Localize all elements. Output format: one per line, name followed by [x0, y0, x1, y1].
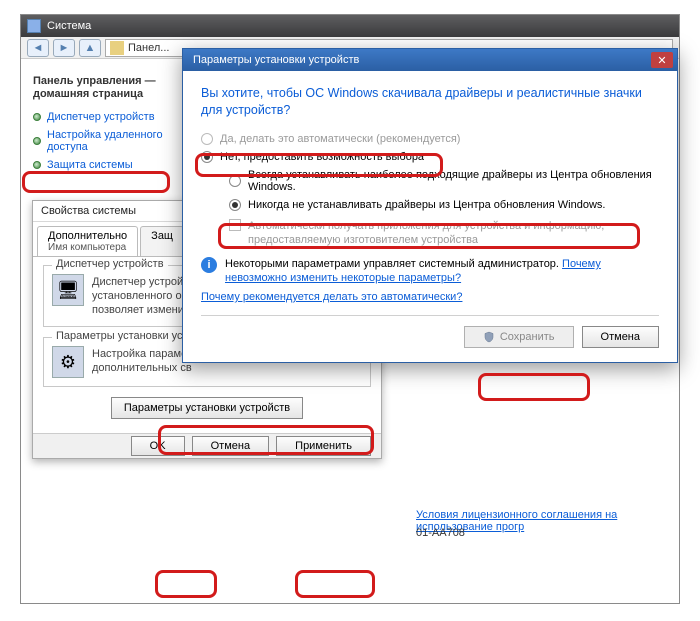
close-button[interactable]: ✕ — [651, 52, 673, 68]
radio-icon — [201, 151, 213, 163]
info-icon: i — [201, 257, 217, 273]
system-icon — [27, 19, 41, 33]
radio-icon — [201, 133, 213, 145]
apply-button[interactable]: Применить — [276, 436, 371, 456]
settings-icon: ⚙ — [52, 346, 84, 378]
sub-option-always[interactable]: Всегда устанавливать наиболее подходящие… — [229, 169, 659, 193]
sidebar-remote-settings[interactable]: Настройка удаленного доступа — [33, 129, 193, 153]
radio-icon — [229, 175, 241, 187]
cancel-button[interactable]: Отмена — [192, 436, 269, 456]
bullet-icon — [33, 161, 41, 169]
folder-icon — [110, 41, 124, 55]
control-panel-home[interactable]: Панель управления — домашняя страница — [33, 75, 193, 101]
tab-protection[interactable]: Защ — [140, 226, 184, 256]
dialog-title: Параметры установки устройств — [193, 54, 359, 66]
control-panel-sidebar: Панель управления — домашняя страница Ди… — [33, 75, 193, 177]
up-button[interactable]: ▲ — [79, 39, 101, 57]
device-install-settings-button[interactable]: Параметры установки устройств — [111, 397, 303, 419]
shield-icon — [483, 331, 495, 343]
sidebar-system-protection[interactable]: Защита системы — [33, 159, 193, 171]
product-key-fragment: 01-AA708 — [416, 527, 465, 539]
option-no-choose[interactable]: Нет, предоставить возможность выбора — [201, 151, 659, 163]
system-titlebar: Система — [21, 15, 679, 37]
device-install-dialog: Параметры установки устройств ✕ Вы хотит… — [182, 48, 678, 363]
system-properties-buttons: OK Отмена Применить — [33, 433, 381, 458]
dialog-cancel-button[interactable]: Отмена — [582, 326, 659, 348]
save-button[interactable]: Сохранить — [464, 326, 574, 348]
bullet-icon — [33, 113, 41, 121]
radio-icon — [229, 199, 241, 211]
ok-button[interactable]: OK — [131, 436, 185, 456]
divider — [201, 315, 659, 316]
option-yes-auto: Да, делать это автоматически (рекомендуе… — [201, 133, 659, 145]
auto-why-link[interactable]: Почему рекомендуется делать это автомати… — [201, 291, 462, 303]
dialog-question: Вы хотите, чтобы ОС Windows скачивала др… — [201, 85, 659, 119]
bullet-icon — [33, 137, 41, 145]
forward-button[interactable]: ► — [53, 39, 75, 57]
device-manager-icon: 🖥 — [52, 274, 84, 306]
checkbox-auto-apps: Автоматически получать приложения для ус… — [229, 219, 659, 247]
system-title: Система — [47, 20, 91, 32]
checkbox-icon — [229, 219, 241, 231]
tab-advanced[interactable]: Дополнительно Имя компьютера — [37, 226, 138, 256]
device-manager-legend: Диспетчер устройств — [52, 258, 168, 270]
back-button[interactable]: ◄ — [27, 39, 49, 57]
admin-info: i Некоторыми параметрами управляет систе… — [201, 257, 659, 285]
sub-option-never[interactable]: Никогда не устанавливать драйверы из Цен… — [229, 199, 659, 211]
dialog-titlebar: Параметры установки устройств ✕ — [183, 49, 677, 71]
breadcrumb-text: Панел... — [128, 42, 169, 54]
sidebar-device-manager[interactable]: Диспетчер устройств — [33, 111, 193, 123]
